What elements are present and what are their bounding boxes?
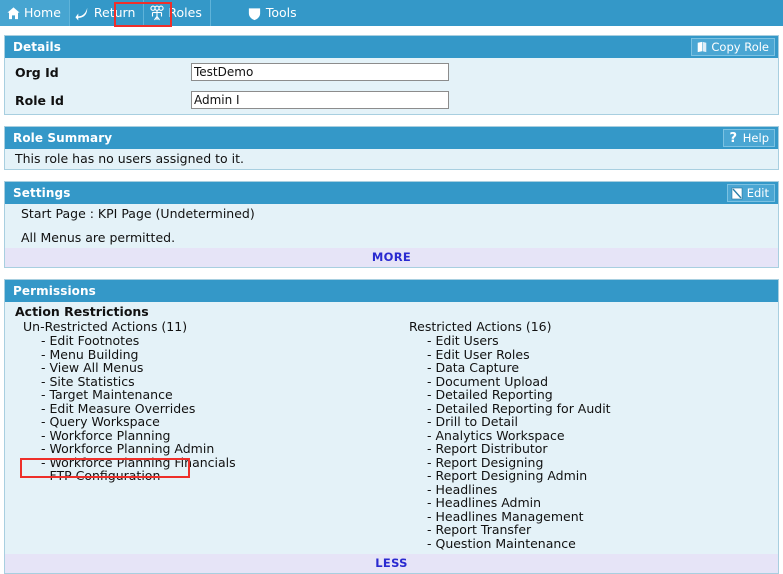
settings-body: Start Page : KPI Page (Undetermined) All… bbox=[5, 204, 778, 267]
settings-permissions-gap bbox=[0, 268, 783, 279]
restricted-action-item[interactable]: - Report Distributor bbox=[409, 442, 778, 456]
unrestricted-action-item[interactable]: - FTP Configuration bbox=[23, 469, 405, 483]
restricted-action-item[interactable]: - Data Capture bbox=[409, 361, 778, 375]
restricted-action-item[interactable]: - Question Maintenance bbox=[409, 536, 778, 551]
role-summary-body: This role has no users assigned to it. bbox=[5, 149, 778, 169]
unrestricted-action-item[interactable]: - Workforce Planning Admin bbox=[23, 442, 405, 456]
details-panel-body: Org Id Role Id bbox=[5, 58, 778, 114]
unrestricted-action-item[interactable]: - Workforce Planning Financials bbox=[23, 455, 405, 470]
role-id-label: Role Id bbox=[15, 92, 64, 108]
restricted-action-item[interactable]: - Report Designing bbox=[409, 455, 778, 470]
permissions-body: Action Restrictions Un-Restricted Action… bbox=[5, 302, 778, 573]
settings-panel: Settings Edit Start Page : KPI Page (Und… bbox=[4, 181, 779, 268]
permissions-less-link[interactable]: LESS bbox=[5, 554, 778, 573]
permissions-header: Permissions bbox=[5, 280, 778, 302]
unrestricted-action-item[interactable]: - Menu Building bbox=[23, 347, 405, 362]
copy-role-button[interactable]: Copy Role bbox=[691, 38, 775, 56]
people-group-icon bbox=[149, 5, 165, 21]
nav-tab-home-label: Home bbox=[24, 4, 61, 20]
restricted-actions-list: - Edit Users - Edit User Roles - Data Capt… bbox=[409, 334, 778, 550]
permissions-panel: Permissions Action Restrictions Un-Restr… bbox=[4, 279, 779, 574]
restricted-action-item[interactable]: - Detailed Reporting for Audit bbox=[409, 401, 778, 416]
unrestricted-action-item[interactable]: - Workforce Planning bbox=[23, 428, 405, 443]
action-restrictions-label: Action Restrictions bbox=[15, 304, 149, 319]
copy-role-button-label: Copy Role bbox=[711, 40, 769, 54]
details-summary-gap bbox=[0, 115, 783, 126]
nav-tab-home[interactable]: Home bbox=[0, 0, 70, 26]
nav-tab-roles[interactable]: Roles bbox=[144, 0, 211, 26]
unrestricted-action-item[interactable]: - Query Workspace bbox=[23, 415, 405, 429]
unrestricted-actions-list: - Edit Footnotes - Menu Building - View Al… bbox=[23, 334, 405, 483]
settings-menus: All Menus are permitted. bbox=[21, 230, 176, 245]
pencil-page-icon bbox=[731, 187, 744, 200]
role-summary-title: Role Summary bbox=[13, 131, 113, 145]
settings-more-link[interactable]: MORE bbox=[5, 248, 778, 267]
restricted-actions-heading: Restricted Actions (16) bbox=[409, 319, 552, 334]
unrestricted-actions-heading: Un-Restricted Actions (11) bbox=[23, 319, 188, 334]
restricted-action-item[interactable]: - Report Designing Admin bbox=[409, 469, 778, 483]
restricted-action-item[interactable]: - Headlines Management bbox=[409, 509, 778, 524]
details-panel: Details Copy Role Org Id Role Id bbox=[4, 35, 779, 115]
restricted-action-item[interactable]: - Report Transfer bbox=[409, 523, 778, 537]
restricted-action-item[interactable]: - Edit Users bbox=[409, 334, 778, 348]
nav-tab-tools[interactable]: Tools bbox=[242, 0, 305, 26]
details-panel-header: Details Copy Role bbox=[5, 36, 778, 58]
unrestricted-action-item[interactable]: - Target Maintenance bbox=[23, 388, 405, 402]
return-arrow-icon bbox=[75, 5, 91, 21]
home-icon bbox=[5, 5, 21, 21]
role-summary-text: This role has no users assigned to it. bbox=[15, 151, 245, 166]
restricted-action-item[interactable]: - Headlines bbox=[409, 482, 778, 497]
restricted-action-item[interactable]: - Detailed Reporting bbox=[409, 388, 778, 402]
unrestricted-action-item[interactable]: - Site Statistics bbox=[23, 374, 405, 389]
org-id-input[interactable] bbox=[191, 63, 449, 81]
org-id-label: Org Id bbox=[15, 64, 59, 80]
settings-title: Settings bbox=[13, 186, 71, 200]
shield-icon bbox=[247, 5, 263, 21]
summary-settings-gap bbox=[0, 170, 783, 181]
nav-tab-tools-label: Tools bbox=[265, 4, 297, 20]
nav-tab-roles-label: Roles bbox=[168, 4, 202, 20]
unrestricted-action-item[interactable]: - Edit Footnotes bbox=[23, 334, 405, 348]
unrestricted-actions-column: Un-Restricted Actions (11) - Edit Footno… bbox=[5, 320, 405, 483]
permissions-columns: Un-Restricted Actions (11) - Edit Footno… bbox=[5, 320, 778, 550]
restricted-action-item[interactable]: - Headlines Admin bbox=[409, 496, 778, 510]
role-summary-panel: Role Summary ? Help This role has no use… bbox=[4, 126, 779, 170]
edit-button-label: Edit bbox=[746, 186, 769, 200]
unrestricted-action-item[interactable]: - Edit Measure Overrides bbox=[23, 401, 405, 416]
nav-panel-gap bbox=[0, 26, 783, 35]
settings-header: Settings Edit bbox=[5, 182, 778, 204]
role-id-row: Role Id bbox=[5, 86, 778, 114]
restricted-action-item[interactable]: - Document Upload bbox=[409, 374, 778, 389]
unrestricted-action-item[interactable]: - View All Menus bbox=[23, 361, 405, 375]
help-button[interactable]: ? Help bbox=[722, 129, 775, 147]
details-panel-title: Details bbox=[13, 40, 62, 54]
restricted-actions-column: Restricted Actions (16) - Edit Users - Ed… bbox=[405, 320, 778, 550]
copy-book-icon bbox=[695, 41, 708, 54]
settings-start-page: Start Page : KPI Page (Undetermined) bbox=[21, 206, 255, 221]
question-mark-icon: ? bbox=[729, 130, 738, 146]
help-button-label: Help bbox=[742, 131, 769, 145]
restricted-action-item[interactable]: - Edit User Roles bbox=[409, 347, 778, 362]
restricted-action-item[interactable]: - Drill to Detail bbox=[409, 415, 778, 429]
edit-button[interactable]: Edit bbox=[726, 184, 775, 202]
org-id-row: Org Id bbox=[5, 58, 778, 86]
nav-tab-return-label: Return bbox=[93, 4, 136, 20]
permissions-title: Permissions bbox=[13, 284, 96, 298]
restricted-action-item[interactable]: - Analytics Workspace bbox=[409, 428, 778, 443]
role-id-input[interactable] bbox=[191, 91, 449, 109]
nav-tab-return[interactable]: Return bbox=[70, 0, 145, 26]
top-navigation-bar: Home Return Roles Tools bbox=[0, 0, 783, 27]
role-summary-header: Role Summary ? Help bbox=[5, 127, 778, 149]
